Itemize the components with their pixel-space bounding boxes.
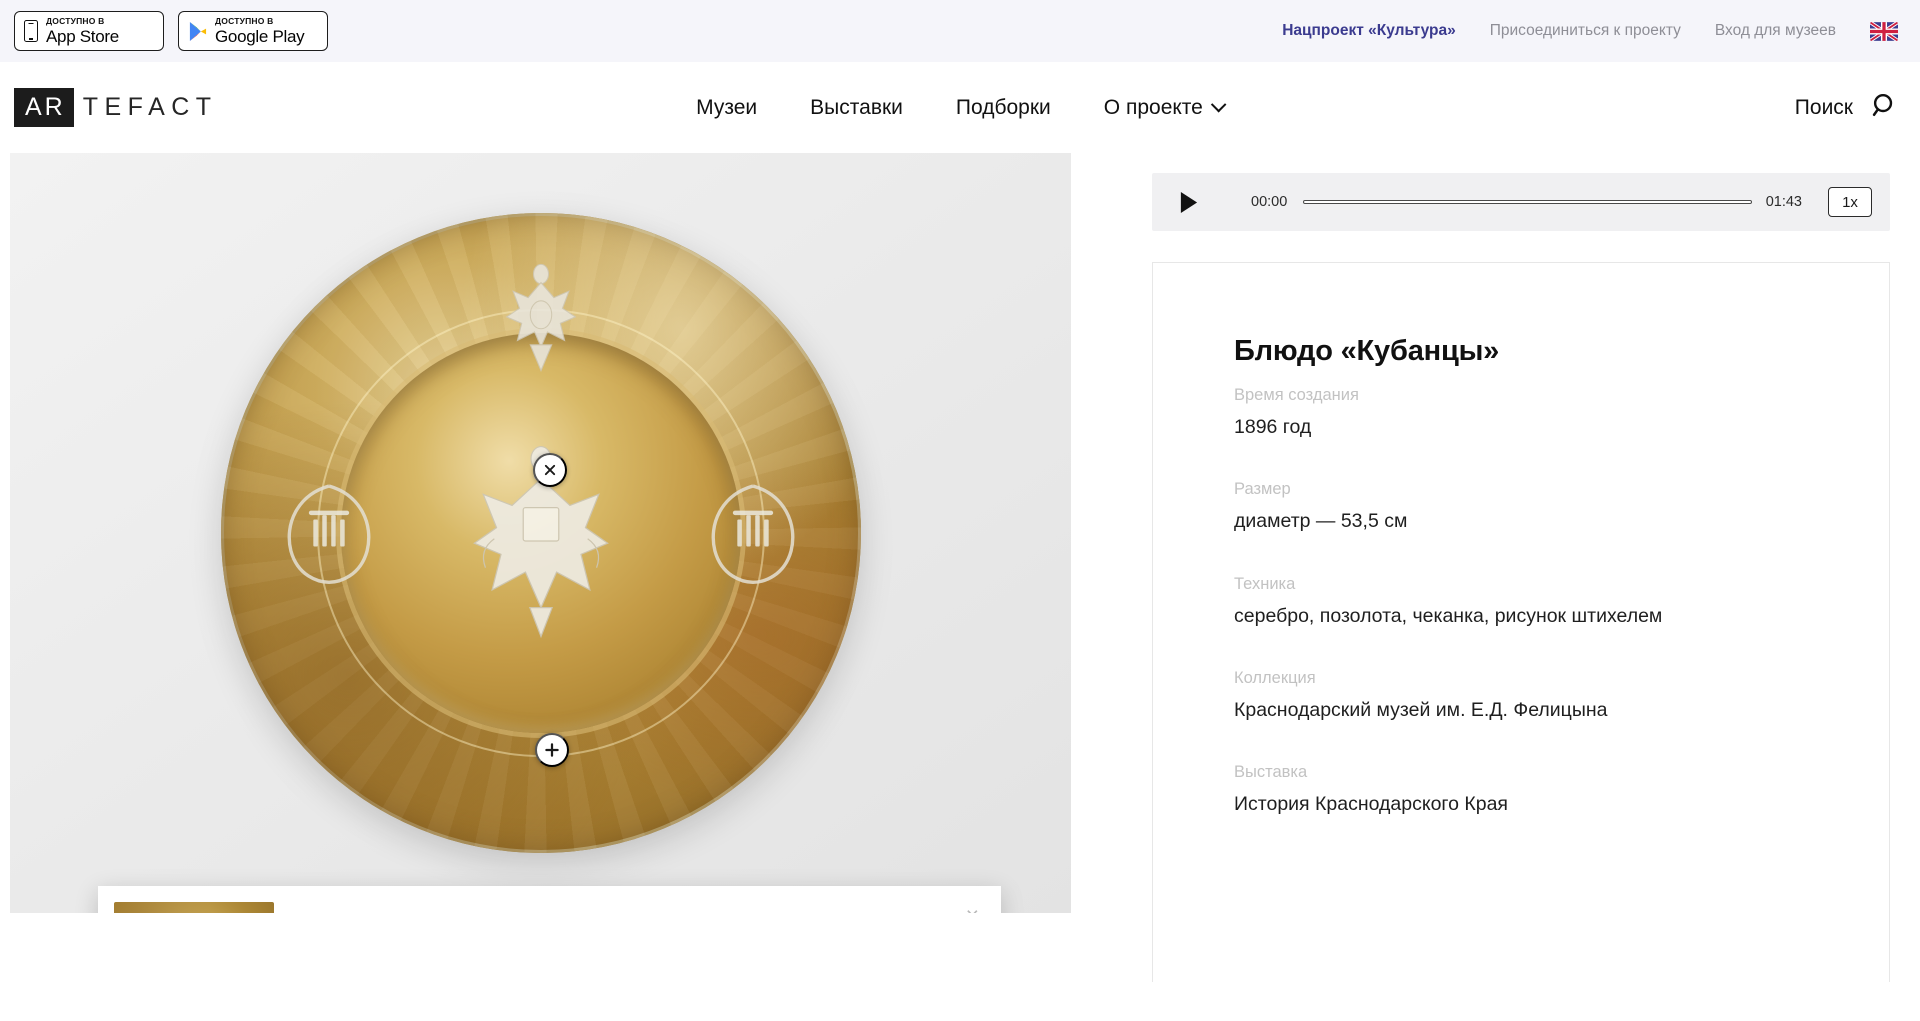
- nav-item-about[interactable]: О проекте: [1103, 95, 1227, 120]
- play-icon: [1180, 191, 1198, 213]
- top-link-museum-login[interactable]: Вход для музеев: [1715, 22, 1836, 40]
- logo-box-text: AR: [14, 88, 74, 127]
- hotspot-marker-plus[interactable]: [535, 733, 569, 767]
- app-store-badge-caption: ДОСТУПНО В: [46, 16, 105, 27]
- tooltip-thumbnail: [114, 902, 274, 913]
- top-link-join-project[interactable]: Присоединиться к проекту: [1490, 22, 1681, 40]
- artifact-info-column: 00:00 01:43 1x Блюдо «Кубанцы» Время соз…: [1071, 153, 1920, 982]
- field-creation-date: Время создания 1896 год: [1234, 386, 1829, 440]
- apple-phone-icon: [24, 20, 38, 42]
- field-creation-date-label: Время создания: [1234, 386, 1359, 404]
- nav-item-museums[interactable]: Музеи: [696, 96, 757, 120]
- engraved-wreath-right: [711, 484, 794, 584]
- field-technique-label: Техника: [1234, 574, 1296, 593]
- top-link-natsproekt-kultura[interactable]: Нацпроект «Культура»: [1282, 22, 1456, 40]
- page-content: Судя по клеймам, блюдо изготовили в пете…: [0, 153, 1920, 1021]
- audio-current-time: 00:00: [1251, 194, 1288, 210]
- google-play-badge-text: ДОСТУПНО В Google Play: [215, 16, 305, 46]
- audio-player: 00:00 01:43 1x: [1152, 173, 1890, 231]
- field-collection: Коллекция Краснодарский музей им. Е.Д. Ф…: [1234, 669, 1829, 723]
- field-collection-value: Краснодарский музей им. Е.Д. Фелицына: [1234, 699, 1608, 722]
- artifact-viewer: Судя по клеймам, блюдо изготовили в пете…: [0, 153, 1071, 1021]
- field-exhibition-value: История Краснодарского Края: [1234, 793, 1508, 816]
- google-play-badge[interactable]: ДОСТУПНО В Google Play: [178, 11, 328, 51]
- app-store-badge-label: App Store: [46, 26, 119, 46]
- artifact-title: Блюдо «Кубанцы»: [1234, 335, 1500, 367]
- top-utility-bar: ДОСТУПНО В App Store ДОСТУПНО В Google P…: [0, 0, 1920, 62]
- google-play-icon: [188, 21, 207, 42]
- main-navigation: Музеи Выставки Подборки О проекте: [696, 95, 1227, 120]
- chevron-down-icon: [1210, 96, 1227, 113]
- field-size: Размер диаметр — 53,5 см: [1234, 480, 1829, 534]
- artefact-logo[interactable]: AR TEFACT: [14, 88, 218, 127]
- engraved-eagle-top: [505, 263, 576, 372]
- tooltip-text: Судя по клеймам, блюдо изготовили в пете…: [274, 902, 985, 913]
- audio-progress-slider[interactable]: [1303, 200, 1752, 204]
- uk-flag-icon[interactable]: [1870, 21, 1898, 41]
- logo-rest-text: TEFACT: [82, 93, 218, 121]
- audio-play-button[interactable]: [1176, 190, 1199, 215]
- field-size-value: диаметр — 53,5 см: [1234, 510, 1408, 533]
- hotspot-tooltip: Судя по клеймам, блюдо изготовили в пете…: [98, 886, 1001, 913]
- site-header: AR TEFACT Музеи Выставки Подборки О прое…: [0, 62, 1920, 153]
- nav-item-collections[interactable]: Подборки: [956, 96, 1051, 120]
- artifact-info-card: Блюдо «Кубанцы» Время создания 1896 год …: [1152, 262, 1890, 982]
- field-collection-label: Коллекция: [1234, 669, 1316, 688]
- google-play-badge-label: Google Play: [215, 26, 305, 46]
- app-store-badge[interactable]: ДОСТУПНО В App Store: [14, 11, 164, 51]
- app-store-badge-text: ДОСТУПНО В App Store: [46, 17, 119, 45]
- search-icon: [1871, 92, 1898, 124]
- field-technique: Техника серебро, позолота, чеканка, рису…: [1234, 575, 1829, 629]
- field-exhibition-label: Выставка: [1234, 763, 1308, 782]
- audio-duration: 01:43: [1765, 194, 1802, 210]
- top-utility-nav: Нацпроект «Культура» Присоединиться к пр…: [1282, 21, 1898, 41]
- search-button[interactable]: Поиск: [1795, 92, 1898, 124]
- artifact-image-stage[interactable]: Судя по клеймам, блюдо изготовили в пете…: [10, 153, 1071, 913]
- nav-item-about-label: О проекте: [1103, 95, 1203, 119]
- tooltip-close-icon[interactable]: ×: [962, 900, 983, 914]
- google-play-badge-caption: ДОСТУПНО В: [215, 16, 274, 27]
- field-size-label: Размер: [1234, 480, 1291, 499]
- field-creation-date-value: 1896 год: [1234, 416, 1312, 438]
- engraved-wreath-left: [287, 484, 370, 584]
- playback-rate-button[interactable]: 1x: [1828, 187, 1872, 217]
- nav-item-exhibitions[interactable]: Выставки: [810, 96, 903, 120]
- store-badges: ДОСТУПНО В App Store ДОСТУПНО В Google P…: [14, 11, 328, 51]
- field-technique-value: серебро, позолота, чеканка, рисунок штих…: [1234, 604, 1663, 627]
- field-exhibition: Выставка История Краснодарского Края: [1234, 763, 1829, 817]
- hotspot-marker-close[interactable]: [533, 453, 567, 487]
- search-label: Поиск: [1794, 95, 1853, 119]
